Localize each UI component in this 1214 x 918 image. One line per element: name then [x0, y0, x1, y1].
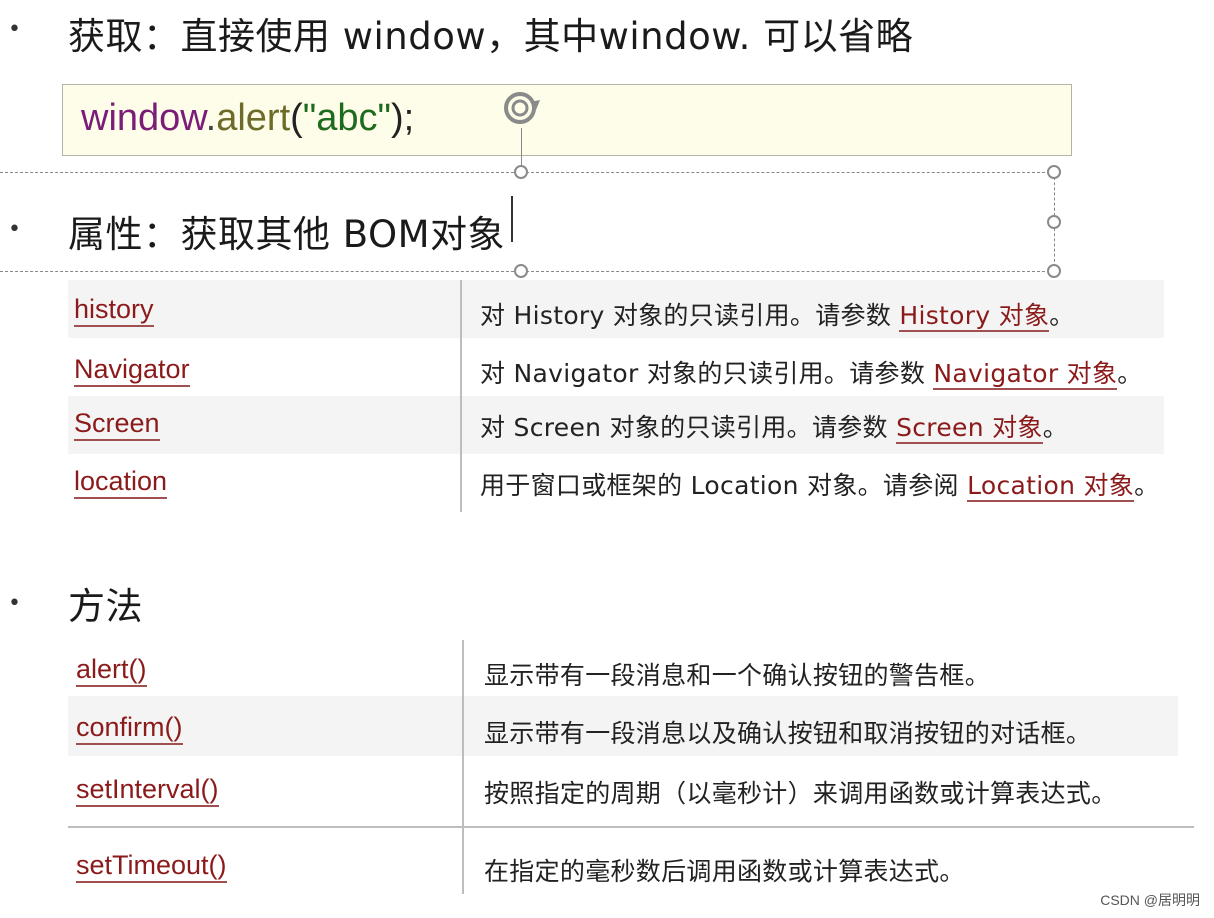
reference-link[interactable]: Screen 对象 — [896, 413, 1043, 444]
resize-handle-mid-right[interactable] — [1047, 215, 1061, 229]
table-row: confirm() 显示带有一段消息以及确认按钮和取消按钮的对话框。 — [68, 696, 1178, 756]
table-row: setInterval() 按照指定的周期（以毫秒计）来调用函数或计算表达式。 — [68, 756, 1194, 826]
table-row: Navigator 对 Navigator 对象的只读引用。请参数 Naviga… — [68, 338, 1214, 396]
table-row: alert() 显示带有一段消息和一个确认按钮的警告框。 — [68, 640, 1194, 696]
heading-get: 获取：直接使用 window，其中window. 可以省略 — [68, 15, 914, 58]
property-link[interactable]: location — [74, 466, 168, 499]
selection-bottom-edge — [0, 271, 1060, 272]
reference-link[interactable]: History 对象 — [899, 301, 1050, 332]
selection-top-edge — [0, 172, 1060, 173]
method-description: 在指定的毫秒数后调用函数或计算表达式。 — [484, 857, 965, 886]
bullet-get: • — [8, 17, 21, 42]
property-description: 对 Navigator 对象的只读引用。请参数 Navigator 对象。 — [480, 359, 1143, 390]
method-link[interactable]: confirm() — [76, 712, 183, 745]
code-function: alert — [216, 97, 291, 139]
table-row: Screen 对 Screen 对象的只读引用。请参数 Screen 对象。 — [68, 396, 1164, 454]
heading-props: 属性：获取其他 BOM对象 — [68, 213, 506, 256]
property-link[interactable]: Navigator — [74, 354, 190, 387]
bullet-methods: • — [8, 591, 21, 616]
column-divider — [460, 280, 462, 512]
rotate-handle-icon[interactable] — [500, 88, 544, 128]
bullet-props: • — [8, 217, 21, 242]
method-description: 显示带有一段消息以及确认按钮和取消按钮的对话框。 — [484, 719, 1092, 748]
method-link[interactable]: setInterval() — [76, 774, 219, 807]
method-link[interactable]: alert() — [76, 654, 147, 687]
code-box: window.alert("abc"); — [62, 84, 1072, 156]
method-description: 显示带有一段消息和一个确认按钮的警告框。 — [484, 661, 991, 690]
watermark: CSDN @居明明 — [1100, 892, 1200, 908]
property-link[interactable]: history — [74, 294, 154, 327]
code-line: window.alert("abc"); — [81, 97, 414, 140]
property-description: 用于窗口或框架的 Location 对象。请参阅 Location 对象。 — [480, 471, 1160, 502]
reference-link[interactable]: Navigator 对象 — [933, 359, 1118, 390]
method-link[interactable]: setTimeout() — [76, 850, 227, 883]
column-divider — [462, 640, 464, 894]
resize-handle-bottom-right[interactable] — [1047, 264, 1061, 278]
property-link[interactable]: Screen — [74, 408, 160, 441]
code-dot: . — [205, 97, 217, 139]
code-object: window — [81, 97, 206, 139]
resize-handle-top-right[interactable] — [1047, 165, 1061, 179]
resize-handle-top-mid[interactable] — [514, 165, 528, 179]
table-row: setTimeout() 在指定的毫秒数后调用函数或计算表达式。 — [68, 828, 1194, 894]
code-string: "abc" — [302, 97, 392, 139]
code-open-paren: ( — [290, 97, 303, 139]
property-description: 对 History 对象的只读引用。请参数 History 对象。 — [480, 301, 1075, 332]
table-row: history 对 History 对象的只读引用。请参数 History 对象… — [68, 280, 1164, 338]
method-description: 按照指定的周期（以毫秒计）来调用函数或计算表达式。 — [484, 779, 1117, 808]
property-description: 对 Screen 对象的只读引用。请参数 Screen 对象。 — [480, 413, 1069, 444]
reference-link[interactable]: Location 对象 — [967, 471, 1135, 502]
heading-methods: 方法 — [68, 585, 143, 628]
text-cursor — [511, 196, 513, 242]
code-close: ); — [391, 97, 415, 139]
table-row: location 用于窗口或框架的 Location 对象。请参阅 Locati… — [68, 454, 1214, 512]
resize-handle-bottom-mid[interactable] — [514, 264, 528, 278]
